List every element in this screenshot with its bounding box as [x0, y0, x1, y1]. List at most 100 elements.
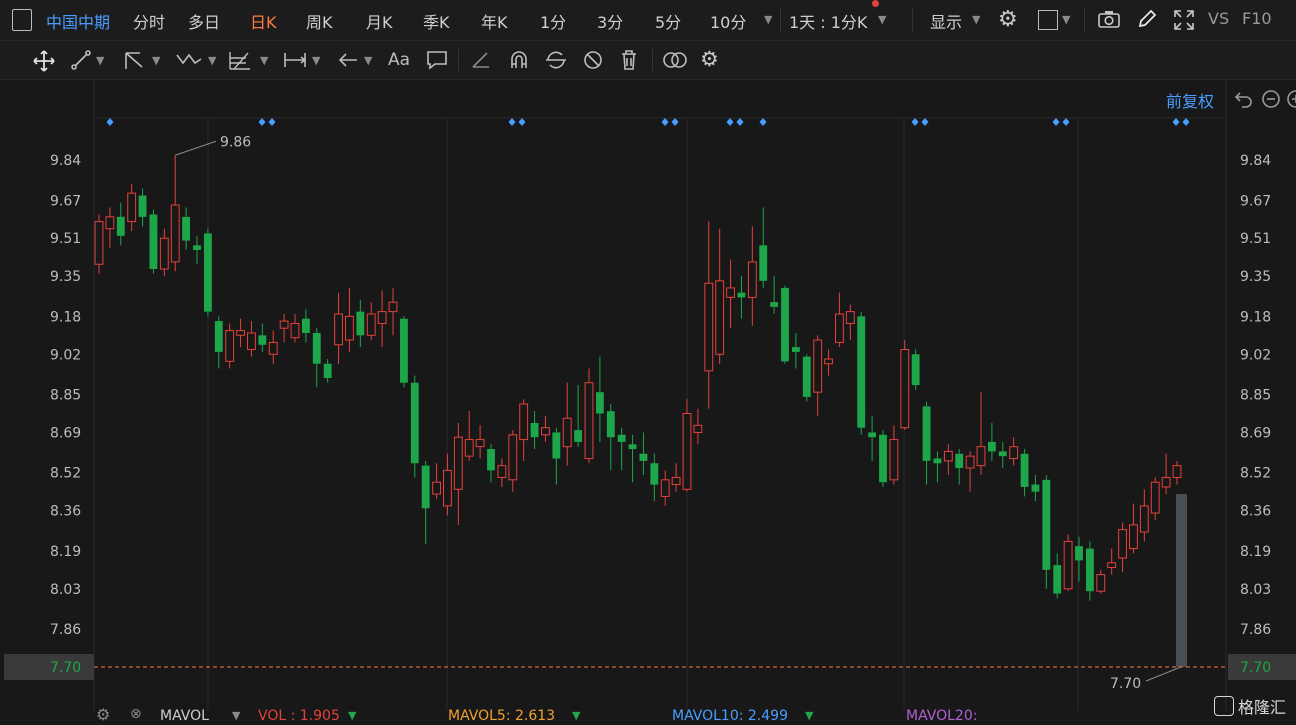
- candle[interactable]: [726, 259, 735, 329]
- move-icon[interactable]: [32, 49, 56, 77]
- candle[interactable]: [290, 313, 300, 343]
- arrow-left-icon[interactable]: [337, 50, 359, 74]
- candlestick-chart[interactable]: 9.84 9.67 9.51 9.35 9.18 9.02 8.85 8.69 8.52 8.36…: [0, 80, 1296, 710]
- candle[interactable]: [824, 349, 833, 376]
- magnet-icon[interactable]: [508, 50, 530, 74]
- hide-drawing-icon[interactable]: [582, 49, 604, 75]
- chevron-down-icon[interactable]: ▼: [260, 54, 268, 67]
- layout-icon[interactable]: [1038, 10, 1058, 30]
- gear-icon[interactable]: ⚙: [998, 7, 1018, 32]
- candle[interactable]: [682, 399, 692, 492]
- candle[interactable]: [508, 430, 518, 492]
- candle[interactable]: [225, 323, 235, 369]
- candle[interactable]: [562, 382, 572, 466]
- candle[interactable]: [868, 415, 877, 461]
- event-marker-0[interactable]: [106, 118, 114, 126]
- candle[interactable]: [955, 449, 964, 485]
- trash-icon[interactable]: [619, 49, 639, 75]
- chevron-down-icon[interactable]: ▼: [232, 709, 240, 722]
- candle[interactable]: [671, 463, 681, 492]
- candle[interactable]: [1031, 475, 1040, 502]
- event-marker-8[interactable]: [736, 118, 744, 126]
- candle[interactable]: [1096, 569, 1106, 594]
- candle[interactable]: [116, 202, 125, 246]
- candle[interactable]: [388, 287, 398, 336]
- candle[interactable]: [879, 430, 887, 487]
- candle[interactable]: [628, 434, 637, 483]
- candle[interactable]: [747, 226, 757, 326]
- candle[interactable]: [1053, 553, 1062, 599]
- candle[interactable]: [813, 335, 823, 416]
- candle[interactable]: [933, 451, 942, 483]
- event-marker-6[interactable]: [671, 118, 679, 126]
- candle[interactable]: [279, 313, 289, 343]
- candle[interactable]: [203, 228, 212, 317]
- candle[interactable]: [857, 311, 866, 435]
- candle[interactable]: [781, 285, 789, 364]
- event-marker-5[interactable]: [661, 118, 669, 126]
- candle[interactable]: [301, 309, 310, 343]
- candle[interactable]: [552, 427, 561, 485]
- f10-button[interactable]: F10: [1242, 9, 1272, 28]
- candle[interactable]: [715, 228, 725, 364]
- candle[interactable]: [334, 292, 343, 364]
- tab-period-0[interactable]: 分时: [133, 9, 165, 33]
- wave-icon[interactable]: [175, 49, 203, 75]
- candle[interactable]: [1150, 477, 1160, 521]
- candle[interactable]: [574, 385, 583, 447]
- close-icon[interactable]: ⊗: [130, 706, 142, 722]
- candle[interactable]: [922, 401, 931, 485]
- candle[interactable]: [606, 404, 615, 471]
- candle[interactable]: [421, 460, 430, 544]
- candle[interactable]: [432, 463, 441, 499]
- candle[interactable]: [127, 183, 137, 232]
- comment-icon[interactable]: [426, 50, 448, 74]
- candle[interactable]: [247, 321, 256, 357]
- event-marker-11[interactable]: [921, 118, 929, 126]
- tab-period-2[interactable]: 日K: [250, 9, 277, 33]
- event-marker-10[interactable]: [911, 118, 919, 126]
- fib-grid-icon[interactable]: [228, 49, 252, 75]
- candle[interactable]: [464, 411, 474, 461]
- candles[interactable]: [94, 155, 1182, 601]
- gear-icon[interactable]: ⚙: [96, 705, 110, 724]
- tab-period-6[interactable]: 年K: [481, 9, 508, 33]
- candle[interactable]: [497, 458, 507, 487]
- tab-period-5[interactable]: 季K: [423, 9, 450, 33]
- chevron-down-icon[interactable]: ▼: [1062, 13, 1070, 26]
- candle[interactable]: [943, 444, 953, 476]
- candle[interactable]: [1139, 489, 1149, 542]
- candle[interactable]: [987, 422, 996, 461]
- candle[interactable]: [214, 316, 223, 369]
- event-marker-12[interactable]: [1052, 118, 1060, 126]
- event-marker-4[interactable]: [518, 118, 526, 126]
- candle[interactable]: [1085, 541, 1094, 601]
- chevron-down-icon[interactable]: ▼: [972, 13, 980, 26]
- chevron-down-icon[interactable]: ▼: [96, 54, 104, 67]
- candle[interactable]: [650, 453, 659, 502]
- event-marker-2[interactable]: [268, 118, 276, 126]
- candle[interactable]: [617, 427, 626, 471]
- candle[interactable]: [453, 422, 463, 525]
- candle[interactable]: [443, 453, 452, 516]
- candle[interactable]: [530, 411, 539, 450]
- candle[interactable]: [965, 451, 975, 492]
- candle[interactable]: [193, 235, 201, 265]
- event-marker-7[interactable]: [726, 118, 734, 126]
- chevron-down-icon[interactable]: ▼: [208, 54, 216, 67]
- candle[interactable]: [998, 441, 1007, 468]
- candle[interactable]: [487, 444, 495, 483]
- candle[interactable]: [693, 408, 703, 445]
- trend-line-icon[interactable]: [70, 49, 92, 75]
- event-markers[interactable]: [106, 118, 1190, 126]
- event-marker-3[interactable]: [508, 118, 516, 126]
- candle[interactable]: [377, 290, 387, 348]
- candle[interactable]: [366, 302, 376, 341]
- gear-icon[interactable]: ⚙: [700, 47, 719, 71]
- candle[interactable]: [900, 340, 910, 431]
- candle[interactable]: [845, 304, 855, 341]
- candle[interactable]: [399, 316, 408, 388]
- candle[interactable]: [595, 356, 604, 442]
- candle[interactable]: [1118, 522, 1127, 573]
- sync-icon[interactable]: [544, 49, 568, 75]
